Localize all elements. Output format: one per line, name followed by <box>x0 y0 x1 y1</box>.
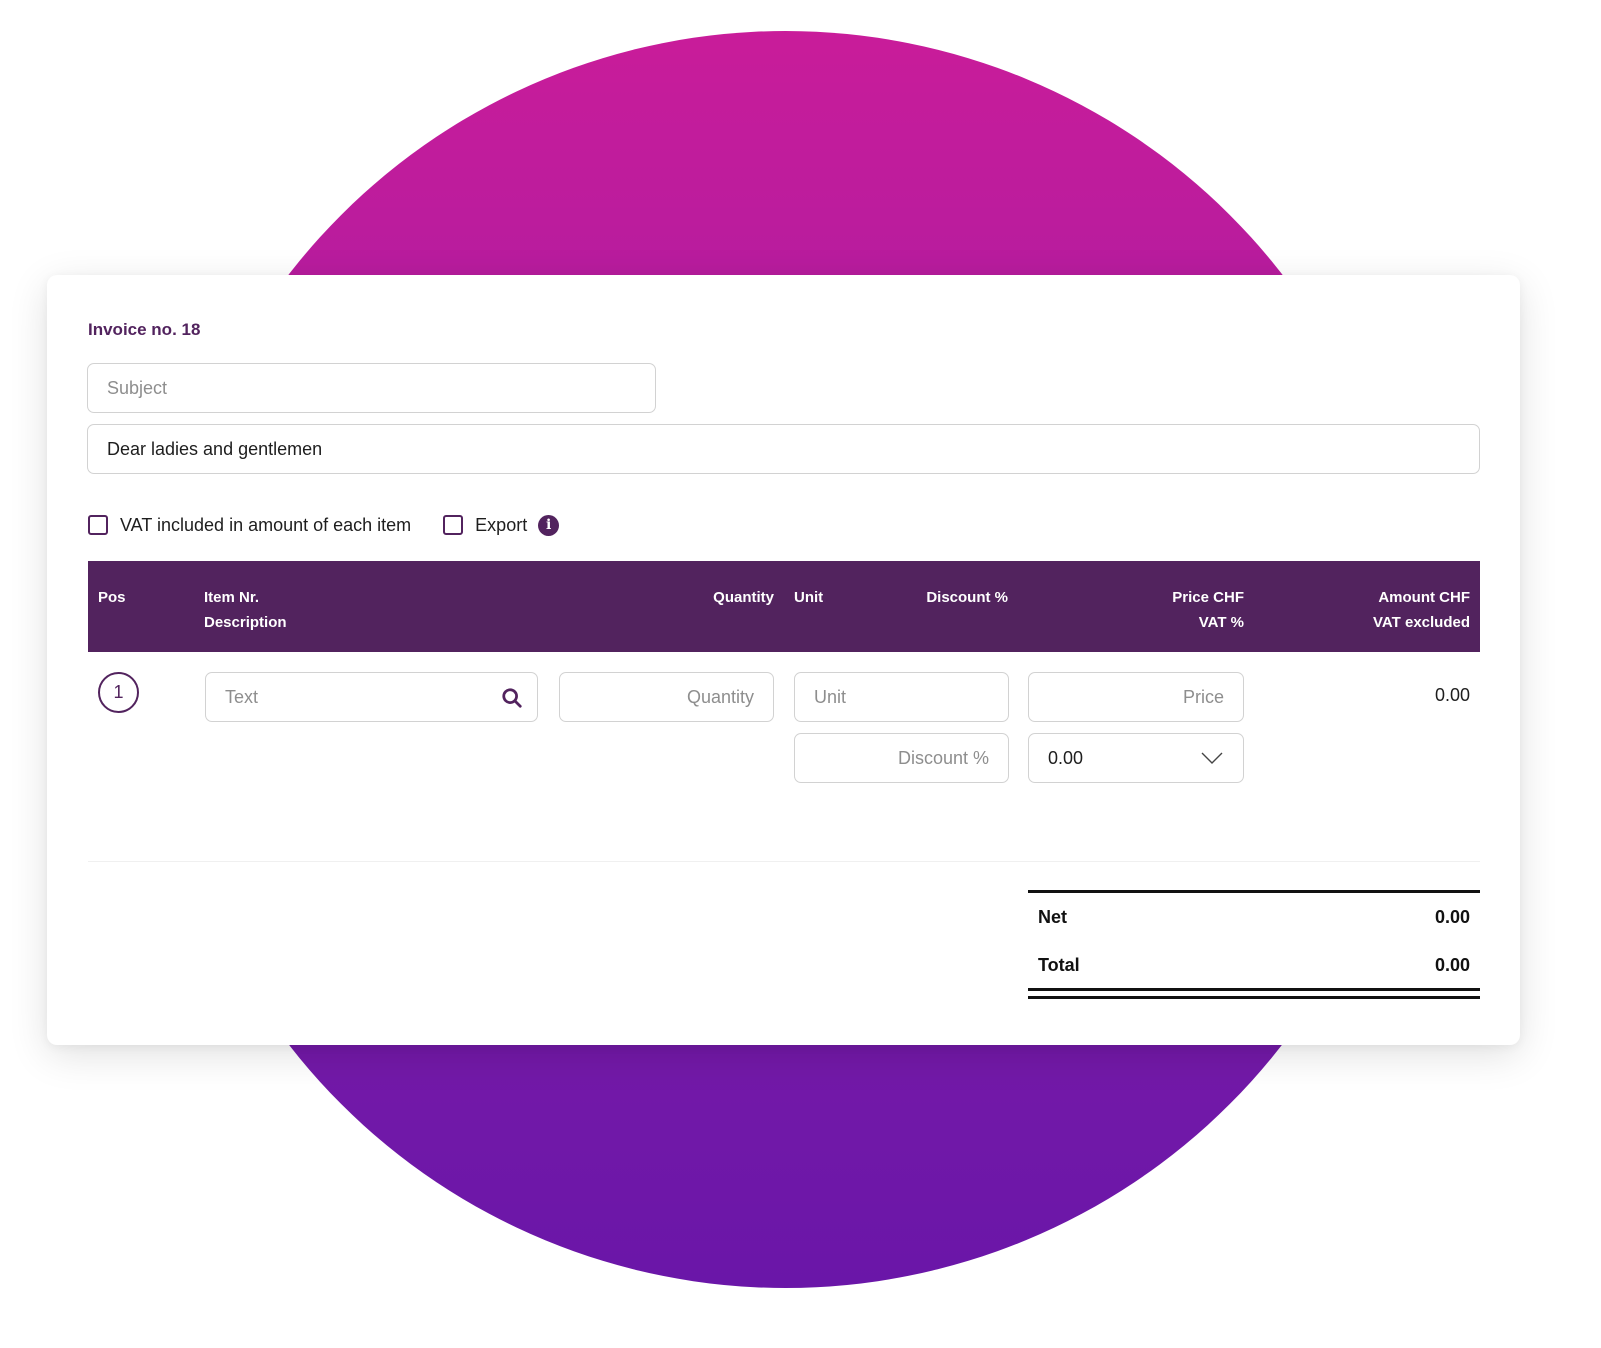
header-vat-label: VAT % <box>1198 614 1244 631</box>
discount-field[interactable] <box>794 733 1009 783</box>
discount-input[interactable] <box>795 734 1008 782</box>
header-unit-label: Unit <box>794 589 824 606</box>
header-item: Item Nr. Description <box>204 585 287 635</box>
info-icon[interactable]: i <box>538 514 560 536</box>
export-label: Export <box>475 514 528 535</box>
totals-block: Net 0.00 Total 0.00 <box>1028 890 1480 999</box>
header-pos-label: Pos <box>98 589 126 606</box>
quantity-input[interactable] <box>560 673 773 721</box>
search-icon[interactable] <box>501 687 523 709</box>
total-label: Total <box>1038 954 1080 975</box>
price-field[interactable] <box>1028 672 1244 722</box>
section-divider <box>88 861 1480 862</box>
header-discount-label: Discount % <box>926 589 1008 606</box>
vat-select[interactable]: 0.00 <box>1028 733 1244 783</box>
unit-field[interactable] <box>794 672 1009 722</box>
unit-input[interactable] <box>795 673 1008 721</box>
header-price-label: Price CHF <box>1172 589 1244 606</box>
quantity-field[interactable] <box>559 672 774 722</box>
header-price: Price CHF VAT % <box>1172 585 1244 635</box>
header-pos: Pos <box>98 585 126 610</box>
export-checkbox[interactable] <box>443 515 464 535</box>
items-table-header: Pos Item Nr. Description Quantity Unit D… <box>88 561 1480 652</box>
header-quantity: Quantity <box>713 585 774 610</box>
vat-included-label: VAT included in amount of each item <box>120 514 412 535</box>
header-description-label: Description <box>204 614 287 631</box>
header-discount: Discount % <box>926 585 1008 610</box>
header-item-nr-label: Item Nr. <box>204 589 260 606</box>
header-amount-label: Amount CHF <box>1378 589 1470 606</box>
chevron-down-icon[interactable] <box>1201 752 1223 764</box>
position-badge: 1 <box>98 672 139 713</box>
item-text-field[interactable] <box>205 672 538 722</box>
vat-selected-value: 0.00 <box>1048 747 1084 768</box>
net-row: Net 0.00 <box>1028 893 1480 941</box>
options-row: VAT included in amount of each item Expo… <box>88 513 560 537</box>
header-quantity-label: Quantity <box>713 589 774 606</box>
item-text-input[interactable] <box>206 673 537 721</box>
header-vat-excluded-label: VAT excluded <box>1373 614 1470 631</box>
total-double-rule <box>1028 988 1480 999</box>
subject-field[interactable] <box>87 363 656 413</box>
net-label: Net <box>1038 906 1068 927</box>
header-amount: Amount CHF VAT excluded <box>1373 585 1470 635</box>
invoice-card: Invoice no. 18 VAT included in amount of… <box>47 275 1520 1045</box>
subject-input[interactable] <box>88 364 655 412</box>
vat-included-checkbox[interactable] <box>88 515 108 535</box>
total-value: 0.00 <box>1434 954 1470 975</box>
row-amount: 0.00 <box>1434 685 1470 705</box>
total-row: Total 0.00 <box>1028 941 1480 989</box>
vat-included-option[interactable]: VAT included in amount of each item <box>88 515 411 536</box>
net-value: 0.00 <box>1434 906 1470 927</box>
export-option[interactable]: Export i <box>443 514 560 536</box>
invoice-title: Invoice no. 18 <box>88 320 201 339</box>
header-unit: Unit <box>794 585 823 610</box>
greeting-field[interactable] <box>87 424 1480 474</box>
greeting-input[interactable] <box>88 425 1479 473</box>
price-input[interactable] <box>1029 673 1243 721</box>
